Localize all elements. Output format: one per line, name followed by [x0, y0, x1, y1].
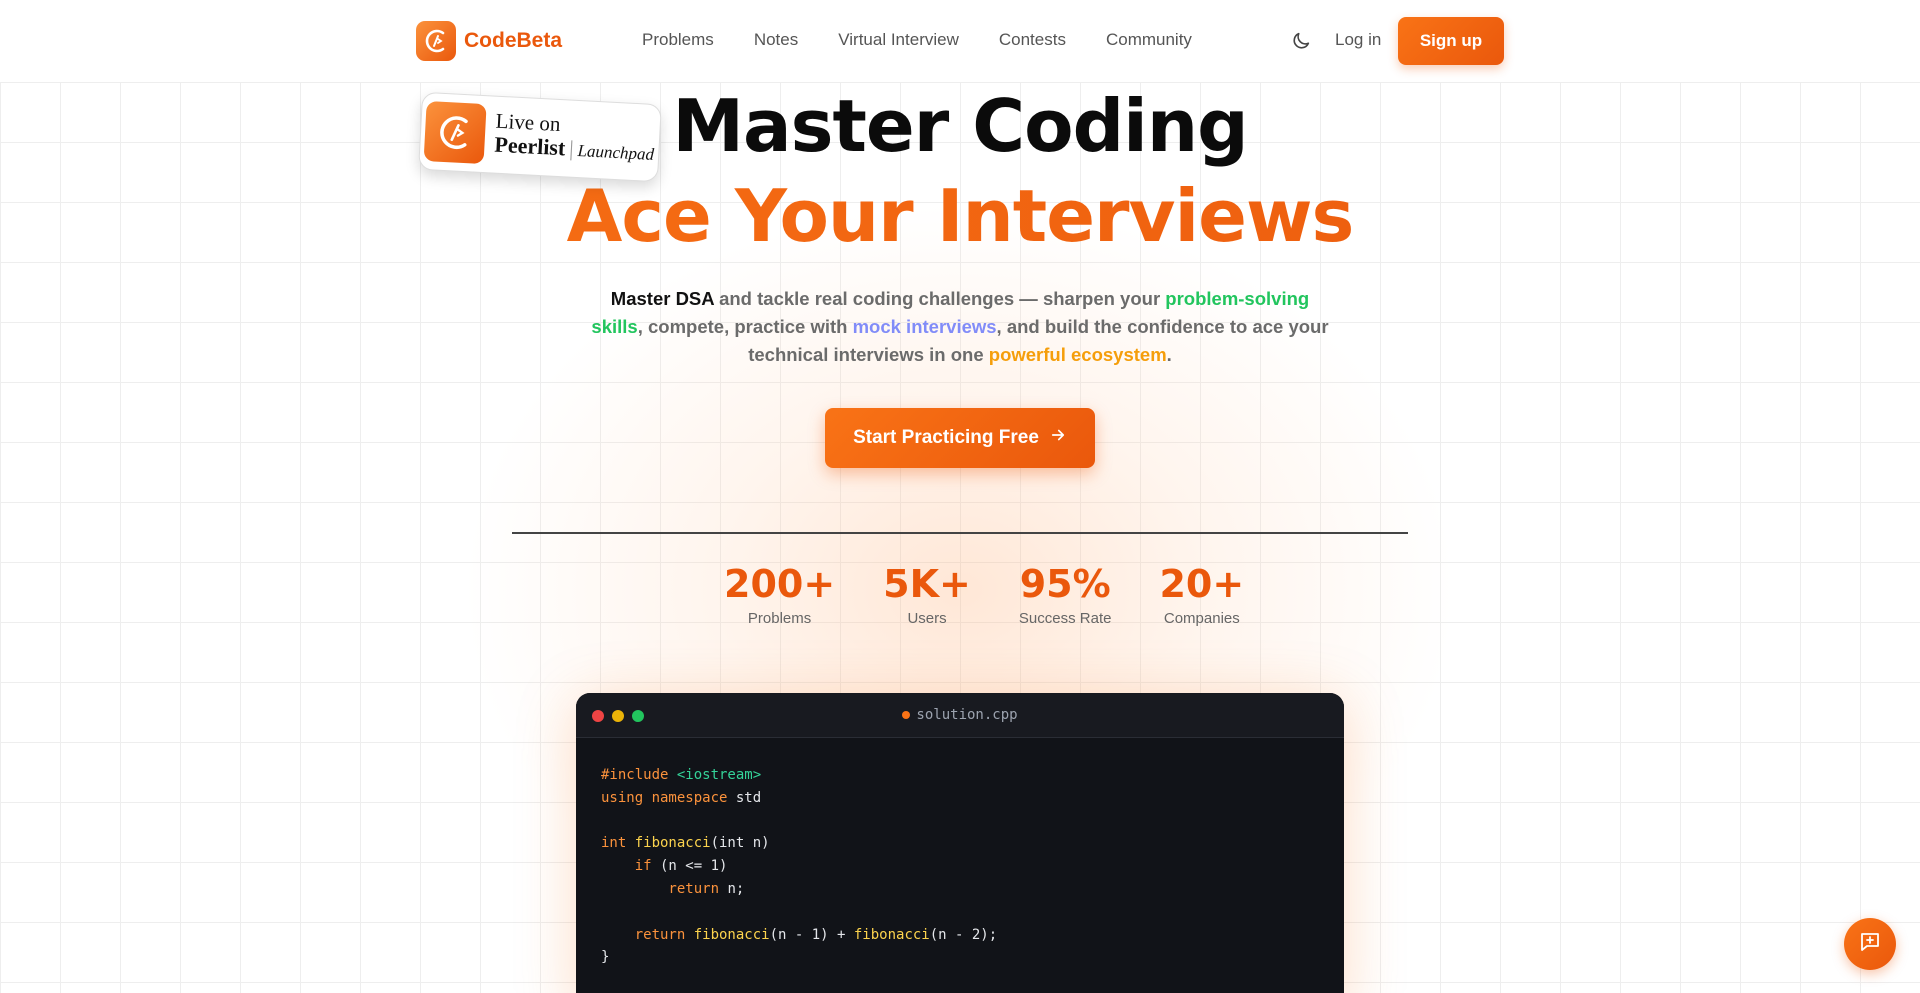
- code-token: fibonacci: [853, 926, 930, 943]
- signup-button[interactable]: Sign up: [1398, 17, 1504, 65]
- code-token: (n - 1) +: [769, 926, 854, 943]
- nav-link-contests[interactable]: Contests: [999, 30, 1066, 50]
- codebeta-logo-icon: [423, 101, 487, 165]
- stat-value: 200+: [724, 562, 836, 606]
- code-token: fibonacci: [634, 835, 711, 852]
- nav-link-virtual-interview[interactable]: Virtual Interview: [838, 30, 959, 50]
- stat-users: 5K+ Users: [859, 562, 995, 627]
- desc-mock-interviews: mock interviews: [852, 316, 997, 337]
- editor-titlebar: solution.cpp: [576, 693, 1344, 738]
- desc-text-4: .: [1166, 344, 1172, 365]
- stat-label: Companies: [1163, 610, 1240, 627]
- code-token: return: [601, 926, 694, 943]
- stat-label: Users: [907, 610, 947, 627]
- stat-label: Success Rate: [1018, 610, 1112, 627]
- stat-companies: 20+ Companies: [1135, 562, 1268, 627]
- nav-link-problems[interactable]: Problems: [642, 30, 714, 50]
- code-token: }: [601, 949, 610, 966]
- code-token: fibonacci: [693, 926, 770, 943]
- code-content: #include <iostream> using namespace std …: [576, 738, 1344, 993]
- desc-text-1: and tackle real coding challenges — shar…: [713, 288, 1166, 309]
- desc-powerful-ecosystem: powerful ecosystem: [988, 344, 1167, 365]
- feedback-chat-button[interactable]: [1844, 918, 1896, 970]
- code-token: std: [727, 789, 762, 806]
- brand-name: CodeBeta: [464, 29, 563, 52]
- stat-value: 5K+: [883, 562, 971, 606]
- codebeta-logo-icon: [416, 21, 456, 61]
- stat-success-rate: 95% Success Rate: [995, 562, 1136, 627]
- stats-row: 200+ Problems 5K+ Users 95% Success Rate…: [700, 562, 1268, 627]
- code-token: (n - 2);: [929, 926, 998, 943]
- code-token: int: [601, 835, 635, 852]
- filename-text: solution.cpp: [916, 707, 1018, 723]
- brand-logo-link[interactable]: CodeBeta: [416, 21, 562, 61]
- nav-links: Problems Notes Virtual Interview Contest…: [642, 30, 1192, 50]
- hero-description: Master DSA and tackle real coding challe…: [590, 285, 1330, 369]
- peerlist-launchpad-badge[interactable]: Live on Peerlist | Launchpad: [418, 91, 662, 183]
- arrow-right-icon: [1049, 426, 1067, 450]
- moon-icon[interactable]: [1290, 30, 1312, 52]
- hero-divider: [512, 532, 1408, 534]
- badge-peerlist-name: Peerlist: [493, 131, 566, 161]
- login-link[interactable]: Log in: [1335, 30, 1381, 50]
- code-editor-window: solution.cpp #include <iostream> using n…: [576, 693, 1344, 993]
- hero-title-line1: Master Coding: [672, 84, 1248, 168]
- hero-title-line2: Ace Your Interviews: [0, 174, 1920, 258]
- stat-label: Problems: [747, 610, 812, 627]
- stat-value: 20+: [1159, 562, 1245, 606]
- start-practicing-button[interactable]: Start Practicing Free: [825, 408, 1095, 468]
- desc-text-2: , compete, practice with: [637, 316, 853, 337]
- desc-master-dsa: Master DSA: [610, 288, 714, 309]
- code-token: if: [601, 858, 652, 875]
- code-token: return: [601, 880, 720, 897]
- file-status-dot-icon: [902, 711, 911, 719]
- stat-value: 95%: [1019, 562, 1111, 606]
- top-navbar: CodeBeta Problems Notes Virtual Intervie…: [0, 0, 1920, 82]
- badge-separator: |: [568, 135, 575, 161]
- cta-label: Start Practicing Free: [853, 427, 1039, 448]
- code-token: n;: [719, 880, 745, 897]
- code-token: (int n): [710, 835, 770, 852]
- code-token: (n <= 1): [651, 858, 728, 875]
- nav-link-notes[interactable]: Notes: [754, 30, 798, 50]
- editor-filename: solution.cpp: [576, 707, 1344, 723]
- chat-plus-icon: [1858, 930, 1882, 959]
- badge-launchpad: Launchpad: [577, 140, 655, 164]
- stat-problems: 200+ Problems: [700, 562, 859, 627]
- code-token: <iostream>: [676, 767, 762, 783]
- nav-link-community[interactable]: Community: [1106, 30, 1192, 50]
- code-token: #include: [601, 767, 677, 783]
- badge-text: Live on Peerlist | Launchpad: [493, 109, 656, 168]
- code-token: using namespace: [601, 789, 728, 806]
